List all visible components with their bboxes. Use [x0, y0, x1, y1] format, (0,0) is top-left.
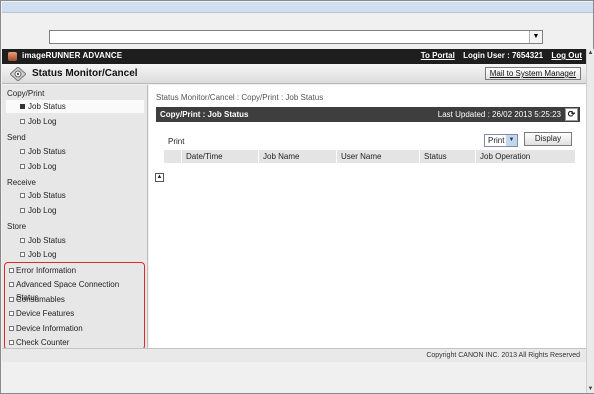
sidebar-item-label: Job Status — [28, 236, 66, 245]
sidebar-category-store: Store — [7, 222, 27, 231]
bullet-icon — [20, 104, 25, 109]
sidebar-item-label: Job Status — [28, 102, 66, 111]
chevron-down-icon[interactable]: ▼ — [506, 135, 517, 146]
bullet-icon — [20, 193, 25, 198]
sidebar-item-receive-job-log[interactable]: Job Log — [6, 204, 144, 217]
sidebar-item-store-job-status[interactable]: Job Status — [6, 234, 144, 247]
footer: Copyright CANON INC. 2013 All Rights Res… — [2, 348, 586, 362]
column-header-status: Status — [419, 150, 475, 163]
bullet-icon — [20, 208, 25, 213]
canon-logo-icon — [8, 52, 17, 61]
browser-title-strip — [2, 2, 593, 13]
page-title-bar: Status Monitor/Cancel Mail to System Man… — [2, 64, 586, 84]
last-updated-text: Last Updated : 26/02 2013 5:25:23 — [437, 110, 561, 119]
column-header-select — [164, 150, 181, 163]
print-label: Print — [168, 137, 185, 146]
vertical-scrollbar[interactable]: ▲ ▼ — [586, 49, 594, 393]
sidebar-category-receive: Receive — [7, 178, 36, 187]
job-type-select-value: Print — [488, 136, 505, 145]
refresh-icon[interactable]: ⟳ — [565, 108, 578, 121]
section-title: Copy/Print : Job Status — [160, 110, 249, 119]
bullet-icon — [20, 149, 25, 154]
header-user-area: To Portal Login User : 7654321 Log Out — [421, 51, 582, 60]
to-portal-link[interactable]: To Portal — [421, 51, 455, 60]
display-button[interactable]: Display — [524, 132, 572, 146]
login-user-text: Login User : 7654321 — [463, 51, 544, 60]
mail-to-system-manager-button[interactable]: Mail to System Manager — [484, 67, 581, 80]
bullet-icon — [20, 238, 25, 243]
dropdown-arrow-icon[interactable]: ▼ — [529, 31, 542, 43]
sidebar-category-send: Send — [7, 133, 26, 142]
browser-window: ▼ imageRUNNER ADVANCE To Portal Login Us… — [0, 0, 594, 394]
address-dropdown[interactable]: ▼ — [49, 30, 543, 44]
bullet-icon — [20, 164, 25, 169]
sidebar-item-copy-print-job-status[interactable]: Job Status — [6, 100, 144, 113]
bullet-icon — [20, 119, 25, 124]
scroll-up-icon[interactable]: ▲ — [587, 49, 594, 57]
sidebar-item-label: Job Status — [28, 191, 66, 200]
highlight-box — [4, 262, 145, 350]
section-header: Copy/Print : Job Status Last Updated : 2… — [156, 107, 580, 122]
bullet-icon — [20, 252, 25, 257]
main-content: Status Monitor/Cancel : Copy/Print : Job… — [149, 85, 586, 348]
page-title: Status Monitor/Cancel — [32, 68, 138, 79]
status-monitor-icon — [10, 67, 26, 81]
job-type-select[interactable]: Print ▼ — [484, 134, 518, 147]
sidebar-item-send-job-log[interactable]: Job Log — [6, 160, 144, 173]
sidebar-item-label: Job Log — [28, 162, 57, 171]
sidebar-item-send-job-status[interactable]: Job Status — [6, 145, 144, 158]
copyright-text: Copyright CANON INC. 2013 All Rights Res… — [426, 352, 580, 359]
sidebar-item-copy-print-job-log[interactable]: Job Log — [6, 115, 144, 128]
scroll-down-icon[interactable]: ▼ — [587, 385, 594, 393]
breadcrumb: Status Monitor/Cancel : Copy/Print : Job… — [156, 93, 324, 102]
sidebar-item-label: Job Log — [28, 117, 57, 126]
column-header-user-name: User Name — [336, 150, 419, 163]
job-table-header: Date/Time Job Name User Name Status Job … — [164, 150, 575, 163]
sidebar-category-copy-print: Copy/Print — [7, 89, 45, 98]
logout-link[interactable]: Log Out — [551, 51, 582, 60]
sidebar-item-label: Job Log — [28, 250, 57, 259]
sidebar-item-label: Job Status — [28, 147, 66, 156]
sidebar-item-receive-job-status[interactable]: Job Status — [6, 189, 144, 202]
column-header-job-operation: Job Operation — [475, 150, 575, 163]
brand-name: imageRUNNER ADVANCE — [22, 51, 123, 60]
app-header: imageRUNNER ADVANCE To Portal Login User… — [2, 49, 586, 64]
sidebar-item-label: Job Log — [28, 206, 57, 215]
scroll-to-top-icon[interactable]: ▲ — [155, 173, 164, 182]
column-header-job-name: Job Name — [258, 150, 336, 163]
sidebar-item-store-job-log[interactable]: Job Log — [6, 248, 144, 261]
column-header-date-time: Date/Time — [181, 150, 258, 163]
